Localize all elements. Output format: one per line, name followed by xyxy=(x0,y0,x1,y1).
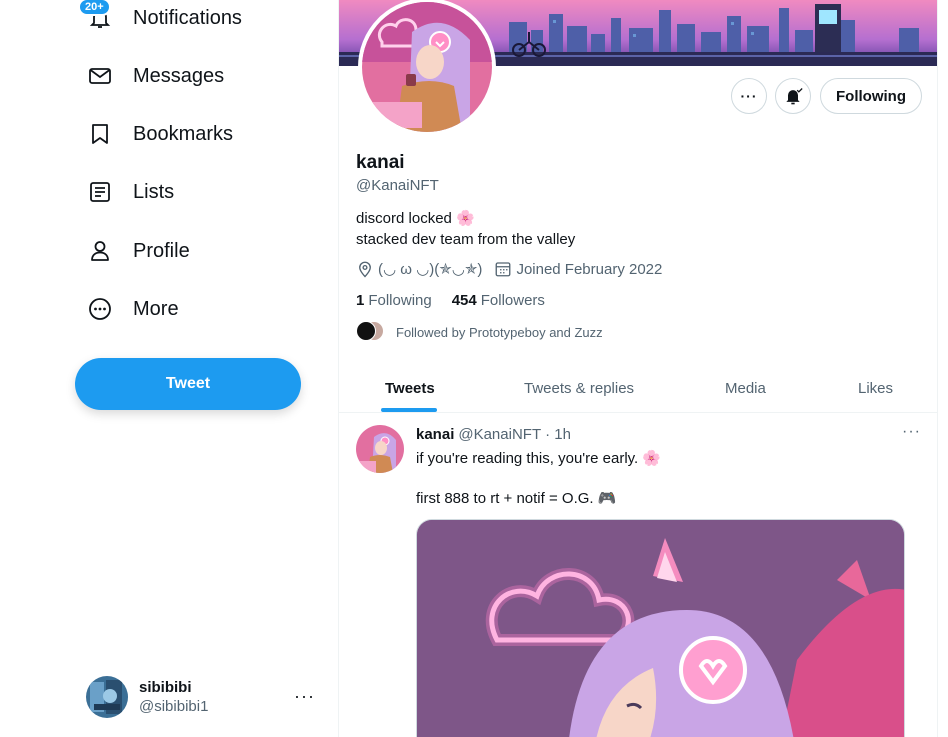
bio-line: discord locked 🌸 xyxy=(356,210,475,227)
avatar[interactable] xyxy=(356,425,404,473)
followed-by[interactable]: Followed by Prototypeboy and Zuzz xyxy=(356,321,603,343)
profile-name: kanai xyxy=(356,152,405,173)
left-sidebar: 20+ Notifications Messages Bookmarks Lis… xyxy=(0,0,338,737)
profile-handle: @KanaiNFT xyxy=(356,177,439,194)
followed-by-text: Followed by Prototypeboy and Zuzz xyxy=(396,324,603,340)
followers-count: 454 xyxy=(451,292,477,309)
nav-lists[interactable]: Lists xyxy=(86,172,174,212)
account-name: sibibibi xyxy=(139,679,192,696)
more-icon: ··· xyxy=(740,88,758,104)
person-icon xyxy=(86,237,114,265)
tweet-author[interactable]: kanai xyxy=(416,426,454,443)
profile-avatar[interactable] xyxy=(358,0,496,136)
bookmark-icon xyxy=(86,120,114,148)
following-label: Following xyxy=(368,292,432,309)
tweet[interactable]: kanai @KanaiNFT · 1h ··· if you're readi… xyxy=(339,413,937,737)
nav-label: Profile xyxy=(133,239,190,262)
following-link[interactable]: 1 Following xyxy=(356,292,432,309)
tab-likes[interactable]: Likes xyxy=(858,364,893,412)
follow-stats: 1 Following 454 Followers xyxy=(356,292,545,309)
nav-profile[interactable]: Profile xyxy=(86,231,190,271)
account-switcher[interactable]: sibibibi @sibibibi1 ··· xyxy=(86,676,326,718)
followed-by-avatars xyxy=(356,321,396,343)
profile-joined: Joined February 2022 xyxy=(516,260,663,278)
nav-label: Bookmarks xyxy=(133,122,234,145)
profile-bio: discord locked 🌸 stacked dev team from t… xyxy=(356,208,575,250)
tab-media[interactable]: Media xyxy=(725,364,766,412)
bio-line: stacked dev team from the valley xyxy=(356,231,576,248)
tweet-time[interactable]: · 1h xyxy=(545,426,571,443)
tweet-header: kanai @KanaiNFT · 1h xyxy=(416,426,571,443)
profile-column: ··· Following kanai @KanaiNFT discord lo… xyxy=(338,0,938,737)
location-pin-icon xyxy=(359,261,371,278)
tab-tweets[interactable]: Tweets xyxy=(385,364,435,412)
notification-badge: 20+ xyxy=(78,0,111,16)
followers-link[interactable]: 454 Followers xyxy=(452,292,545,309)
tab-tweets-replies[interactable]: Tweets & replies xyxy=(524,364,634,412)
profile-meta: (◡ ω ◡)(✯◡✯) Joined February 2022 xyxy=(356,260,662,278)
following-button[interactable]: Following xyxy=(820,78,922,114)
more-circle-icon xyxy=(86,295,114,323)
calendar-icon xyxy=(496,262,511,277)
more-options-button[interactable]: ··· xyxy=(731,78,767,114)
tweet-handle[interactable]: @KanaiNFT xyxy=(458,426,541,443)
nav-label: Messages xyxy=(133,64,225,87)
account-text: sibibibi @sibibibi1 xyxy=(139,678,208,716)
following-count: 1 xyxy=(356,292,365,309)
profile-location: (◡ ω ◡)(✯◡✯) xyxy=(378,261,483,278)
more-icon[interactable]: ··· xyxy=(294,686,315,707)
nav-messages[interactable]: Messages xyxy=(86,56,224,96)
nav-more[interactable]: More xyxy=(86,289,179,329)
profile-tabs: Tweets Tweets & replies Media Likes xyxy=(339,364,937,413)
nav-label: Lists xyxy=(133,180,175,203)
active-tab-indicator xyxy=(381,408,437,412)
tweet-text-line: if you're reading this, you're early. 🌸 xyxy=(416,450,662,467)
nav-bookmarks[interactable]: Bookmarks xyxy=(86,114,233,154)
nav-label: More xyxy=(133,297,179,320)
bell-icon: 20+ xyxy=(78,0,114,32)
followers-label: Followers xyxy=(480,292,545,309)
list-icon xyxy=(86,178,114,206)
tweet-media-image[interactable] xyxy=(416,519,905,737)
notifications-toggle-button[interactable] xyxy=(775,78,811,114)
nav-label: Notifications xyxy=(133,6,242,29)
account-handle: @sibibibi1 xyxy=(139,698,209,715)
envelope-icon xyxy=(86,62,114,90)
tweet-text-line: first 888 to rt + notif = O.G. 🎮 xyxy=(416,490,617,507)
avatar xyxy=(86,676,128,718)
tweet-button[interactable]: Tweet xyxy=(75,358,301,410)
nav-notifications[interactable]: 20+ Notifications xyxy=(78,0,242,38)
bell-check-icon xyxy=(786,88,803,105)
tweet-more-icon[interactable]: ··· xyxy=(902,423,921,441)
avatar xyxy=(356,321,376,341)
